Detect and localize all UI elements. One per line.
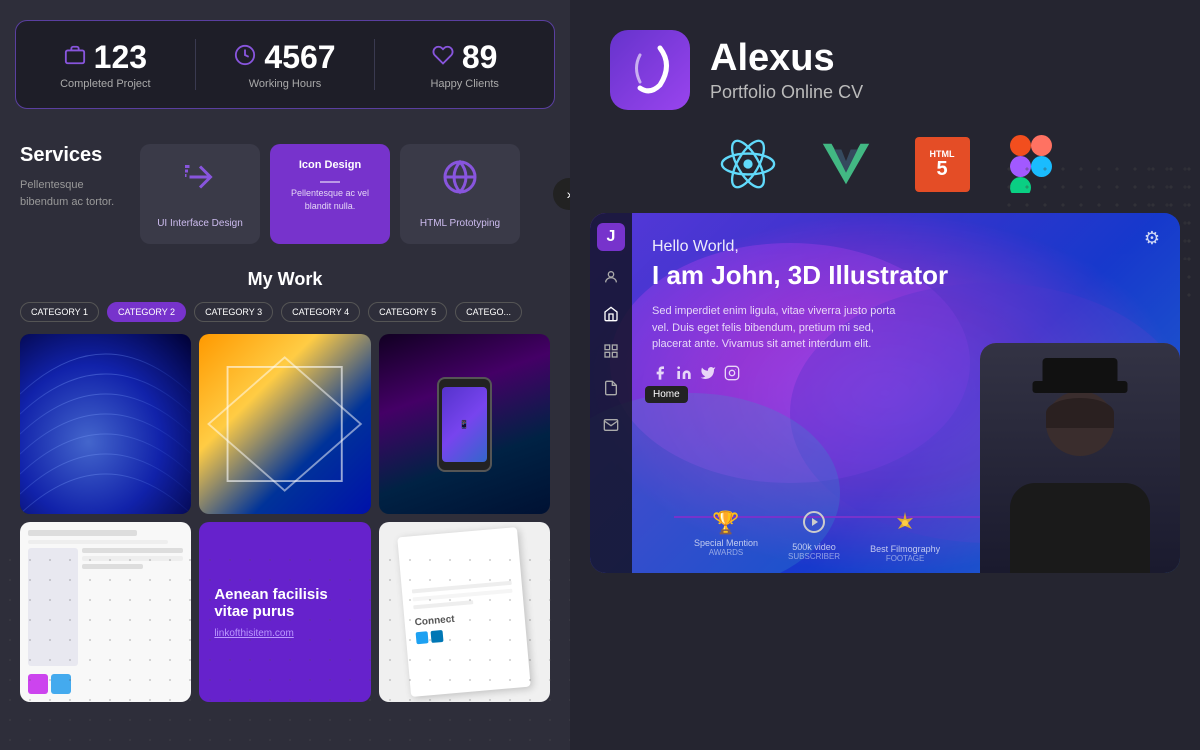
stat-clients: 89 Happy Clients [374, 39, 524, 90]
services-title: Services [20, 144, 130, 167]
heart-icon [432, 44, 454, 72]
portfolio-grid: 📱 [20, 334, 550, 702]
tech-logos: HTML 5 [570, 130, 1200, 213]
award-title-3: FOOTAGE [886, 554, 925, 563]
service-card-title-icon: Icon Design [299, 159, 361, 171]
award-label-3: Best Filmography [870, 544, 940, 554]
brand-subtitle: Portfolio Online CV [710, 82, 1160, 103]
service-card-label-html: HTML Prototyping [420, 218, 500, 229]
next-arrow[interactable]: › [553, 178, 570, 210]
service-card-label-ui: UI Interface Design [157, 218, 243, 229]
globe-icon [442, 159, 478, 202]
cat-tab-6[interactable]: CATEGO... [455, 302, 522, 322]
cv-sidebar-home-icon[interactable]: Home [603, 306, 619, 325]
cv-sidebar-grid-icon[interactable] [603, 343, 619, 362]
cv-name: I am John, 3D Illustrator [652, 260, 1160, 291]
stat-label-clients: Happy Clients [430, 78, 498, 90]
services-description: Pellentesque bibendum ac tortor. [20, 177, 130, 210]
cat-tab-2[interactable]: CATEGORY 2 [107, 302, 186, 322]
award-title-2: SUBSCRIBER [788, 552, 840, 561]
stat-number-completed: 123 [94, 39, 147, 76]
portfolio-item-1[interactable] [20, 334, 191, 514]
cat-tab-1[interactable]: CATEGORY 1 [20, 302, 99, 322]
award-item-3: Best Filmography FOOTAGE [870, 510, 940, 563]
cat-tab-4[interactable]: CATEGORY 4 [281, 302, 360, 322]
service-card-icon-design[interactable]: Icon Design Pellentesque ac vel blandit … [270, 144, 390, 244]
service-card-desc-icon: Pellentesque ac vel blandit nulla. [282, 187, 378, 212]
cv-description: Sed imperdiet enim ligula, vitae viverra… [652, 303, 912, 353]
react-logo [719, 135, 777, 193]
cv-sidebar-letter: J [597, 223, 625, 251]
html5-logo: HTML 5 [915, 137, 970, 192]
services-section: Services Pellentesque bibendum ac tortor… [0, 129, 570, 259]
card-divider [320, 181, 340, 183]
portfolio-item-4[interactable] [20, 522, 191, 702]
cat-tab-3[interactable]: CATEGORY 3 [194, 302, 273, 322]
portfolio-item-2[interactable] [199, 334, 370, 514]
award-item-2: 500k video SUBSCRIBER [788, 510, 840, 563]
vue-logo [817, 135, 875, 193]
left-panel: 123 Completed Project 4567 Working Hours [0, 0, 570, 750]
twitter-icon[interactable] [700, 365, 716, 384]
linkedin-icon[interactable] [676, 365, 692, 384]
award-trophy-icon: 🏆 [712, 510, 739, 536]
category-tabs: CATEGORY 1 CATEGORY 2 CATEGORY 3 CATEGOR… [20, 302, 550, 322]
service-card-html[interactable]: HTML Prototyping [400, 144, 520, 244]
service-card-ui[interactable]: UI Interface Design [140, 144, 260, 244]
award-star-icon [892, 510, 918, 542]
services-left: Services Pellentesque bibendum ac tortor… [20, 144, 130, 210]
cv-sidebar-doc-icon[interactable] [603, 380, 619, 399]
stat-number-clients: 89 [462, 39, 498, 76]
stat-hours: 4567 Working Hours [195, 39, 345, 90]
award-label-2: 500k video [792, 542, 836, 552]
portfolio-item-5[interactable]: Aenean facilisis vitae purus linkofthisi… [199, 522, 370, 702]
portfolio-link[interactable]: linkofthisitem.com [214, 628, 355, 639]
branding-area: Alexus Portfolio Online CV [570, 0, 1200, 130]
services-cards: UI Interface Design Icon Design Pellente… [140, 144, 550, 244]
my-work-title: My Work [20, 269, 550, 290]
award-title-1: AWARDS [709, 548, 744, 557]
stats-bar: 123 Completed Project 4567 Working Hours [15, 20, 555, 109]
cv-content: Hello World, I am John, 3D Illustrator S… [632, 213, 1180, 573]
brand-name: Alexus [710, 37, 1160, 80]
facebook-icon[interactable] [652, 365, 668, 384]
cv-sidebar-user-icon[interactable] [603, 269, 619, 288]
home-tooltip: Home [645, 386, 688, 403]
my-work-section: My Work CATEGORY 1 CATEGORY 2 CATEGORY 3… [0, 259, 570, 712]
cv-card: J Home [590, 213, 1180, 573]
portfolio-item-6[interactable]: Connect [379, 522, 550, 702]
right-panel: Alexus Portfolio Online CV HTML 5 [570, 0, 1200, 750]
portfolio-text: Aenean facilisis vitae purus [214, 586, 355, 620]
cv-sidebar: J Home [590, 213, 632, 573]
wand-icon [182, 159, 218, 202]
brand-text-area: Alexus Portfolio Online CV [710, 37, 1160, 103]
instagram-icon[interactable] [724, 365, 740, 384]
award-item-1: 🏆 Special Mention AWARDS [694, 510, 758, 563]
award-play-icon [802, 510, 826, 540]
stat-label-completed: Completed Project [60, 78, 151, 90]
cv-sidebar-mail-icon[interactable] [603, 417, 619, 436]
figma-logo [1010, 135, 1052, 193]
stat-number-hours: 4567 [264, 39, 335, 76]
cv-greeting: Hello World, [652, 238, 1160, 256]
brand-logo [610, 30, 690, 110]
clock-icon [234, 44, 256, 72]
cat-tab-5[interactable]: CATEGORY 5 [368, 302, 447, 322]
award-label-1: Special Mention [694, 538, 758, 548]
portfolio-item-3[interactable]: 📱 [379, 334, 550, 514]
stat-completed: 123 Completed Project [46, 39, 165, 90]
stat-label-hours: Working Hours [249, 78, 322, 90]
briefcase-icon [64, 44, 86, 72]
awards-row: 🏆 Special Mention AWARDS 500k video SUBS… [674, 510, 960, 563]
